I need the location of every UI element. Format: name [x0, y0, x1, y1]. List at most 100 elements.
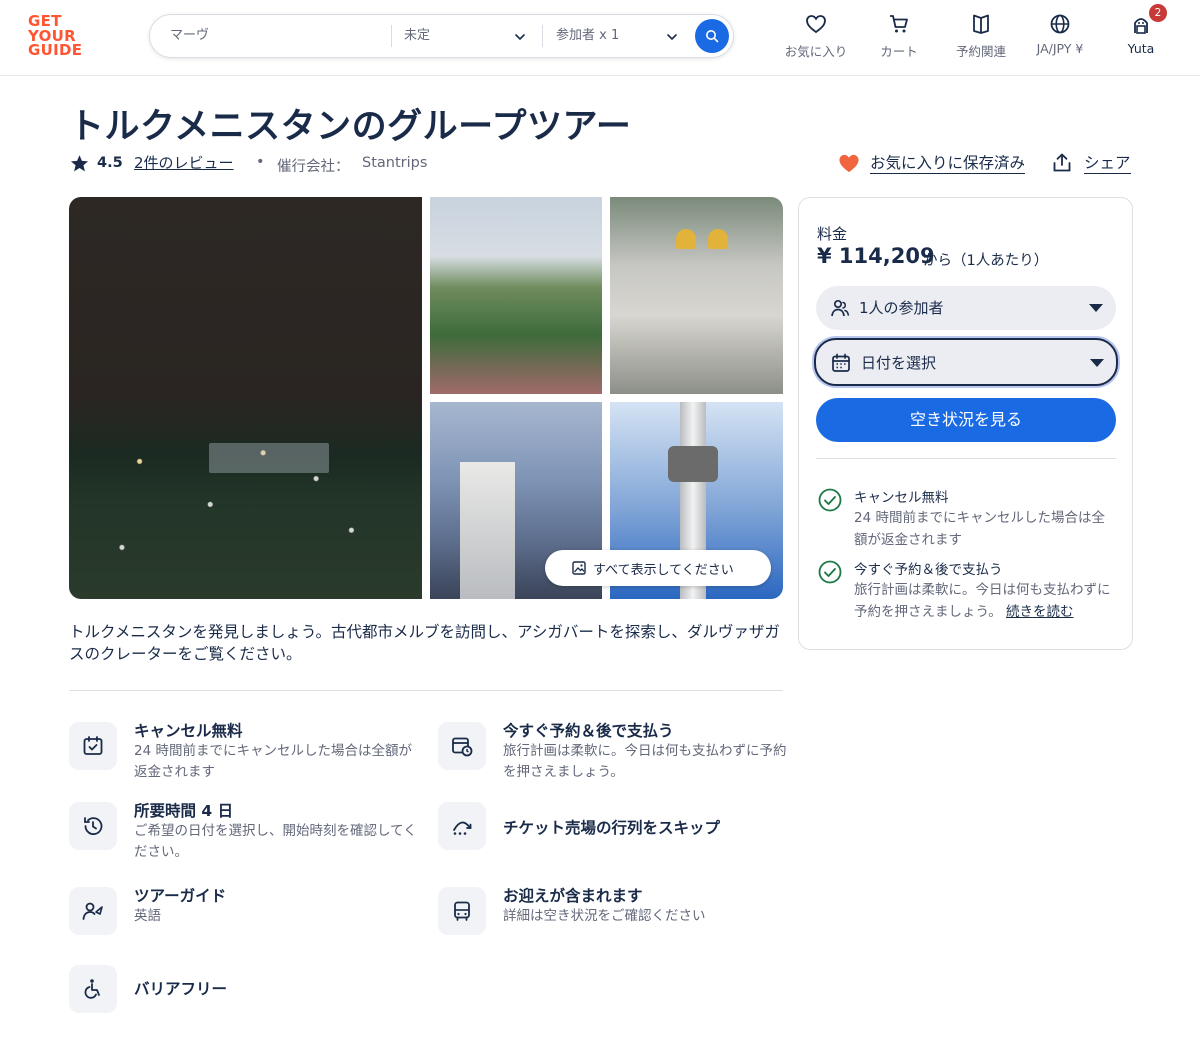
feature-title: キャンセル無料 — [134, 722, 243, 740]
feature-icon-box — [438, 802, 486, 850]
feature-icon-box — [69, 965, 117, 1013]
feature-pickup: お迎えが含まれます 詳細は空き状況をご確認ください — [438, 887, 778, 947]
dome-decoration — [676, 229, 696, 249]
feature-title: バリアフリー — [134, 980, 228, 998]
share-icon — [1053, 153, 1071, 172]
top-header: GET YOUR GUIDE マーヴ 未定 参加者 x 1 お気に入り カート … — [0, 0, 1200, 76]
tour-guide-icon — [82, 902, 103, 920]
nav-bookings-label: 予約関連 — [955, 44, 1006, 59]
chevron-down-icon — [667, 34, 677, 41]
feature-accessibility: バリアフリー — [69, 965, 409, 1025]
section-divider — [69, 690, 783, 691]
history-clock-icon — [84, 817, 103, 835]
feature-title: 所要時間 4 日 — [134, 802, 234, 820]
feature-icon-box — [69, 802, 117, 850]
notification-badge: 2 — [1149, 4, 1167, 22]
bus-icon — [454, 901, 470, 921]
price-label: 料金 — [817, 225, 848, 243]
feature-description: 英語 — [134, 908, 161, 924]
meta-separator: • — [256, 154, 265, 170]
price-per-person: から（1人あたり） — [923, 253, 1049, 269]
check-availability-button[interactable]: 空き状況を見る — [816, 398, 1116, 442]
bookmark-icon — [973, 14, 989, 34]
calendar-icon — [832, 353, 850, 372]
feature-description: ご希望の日付を選択し、開始時刻を確認してください。 — [134, 823, 417, 860]
tower-decoration — [460, 462, 515, 599]
feature-icon-box — [69, 887, 117, 935]
show-all-photos-label: すべて表示してください — [593, 563, 734, 578]
check-circle-icon — [818, 560, 842, 584]
card-divider — [816, 458, 1116, 459]
feature-description: 旅行計画は柔軟に。今日は何も支払わずに予約を押さえましょう。 — [503, 743, 787, 780]
feature-title: お迎えが含まれます — [503, 887, 643, 905]
provider-name[interactable]: Stantrips — [362, 155, 427, 171]
search-divider — [391, 25, 392, 47]
nav-cart[interactable]: カート — [868, 12, 930, 64]
rating-value: 4.5 — [97, 155, 123, 171]
nav-user-label: Yuta — [1127, 41, 1155, 56]
search-bar: マーヴ 未定 参加者 x 1 — [149, 14, 734, 58]
wheelchair-icon — [84, 979, 100, 999]
date-dropdown[interactable]: 日付を選択 — [814, 338, 1118, 386]
activity-description: トルクメニスタンを発見しましょう。古代都市メルブを訪問し、アシガバートを探索し、… — [69, 623, 780, 663]
nav-cart-label: カート — [880, 44, 918, 59]
feature-icon-box — [438, 887, 486, 935]
heart-icon — [806, 15, 826, 34]
caret-down-icon — [1089, 304, 1103, 312]
globe-icon — [1050, 14, 1070, 34]
feature-icon-box — [438, 722, 486, 770]
image-icon — [572, 561, 586, 575]
chevron-down-icon — [515, 34, 525, 41]
participants-dropdown[interactable]: 1人の参加者 — [816, 286, 1116, 330]
feature-description: 24 時間前までにキャンセルした場合は全額が返金されます — [134, 743, 412, 780]
calendar-check-icon — [83, 736, 103, 755]
gallery-photo-3[interactable] — [610, 197, 783, 394]
location-input[interactable]: マーヴ — [170, 15, 390, 57]
feature-description: 詳細は空き状況をご確認ください — [503, 908, 706, 924]
search-divider — [542, 25, 543, 47]
page-title: トルクメニスタンのグループツアー — [69, 107, 632, 147]
card-cancel-title: キャンセル無料 — [854, 490, 949, 506]
provider-label: 催行会社： — [277, 159, 350, 175]
reviews-link[interactable]: 2件のレビュー — [134, 152, 234, 173]
read-more-link[interactable]: 続きを読む — [1006, 604, 1074, 620]
feature-icon-box — [69, 722, 117, 770]
saved-favorite-label: お気に入りに保存済み — [870, 151, 1026, 174]
participants-value: 1人の参加者 — [859, 299, 944, 317]
feature-free-cancellation: キャンセル無料 24 時間前までにキャンセルした場合は全額が返金されます — [69, 722, 412, 782]
feature-tour-guide: ツアーガイド 英語 — [69, 887, 409, 947]
date-value: 日付を選択 — [861, 354, 937, 372]
search-icon — [706, 30, 719, 43]
building-decoration — [209, 443, 329, 473]
star-icon — [70, 155, 89, 172]
nav-locale[interactable]: JA/JPY ¥ — [1025, 12, 1095, 64]
gallery-photo-2[interactable] — [430, 197, 602, 394]
card-cancel-description: 24 時間前までにキャンセルした場合は全額が返金されます — [854, 510, 1105, 548]
gallery-photo-main[interactable] — [69, 197, 422, 599]
feature-title: チケット売場の行列をスキップ — [503, 819, 721, 837]
mast-ring-decoration — [668, 446, 718, 482]
caret-down-icon — [1090, 359, 1104, 367]
price-value: ¥ 114,209 — [817, 244, 935, 268]
show-all-photos-button[interactable]: すべて表示してください — [545, 550, 771, 586]
check-circle-icon — [818, 488, 842, 512]
card-pay-later-description: 旅行計画は柔軟に。今日は何も支払わずに予約を押さえましょう。 続きを読む — [854, 579, 1116, 623]
nav-favorites[interactable]: お気に入り — [779, 12, 853, 64]
search-button[interactable] — [695, 19, 729, 53]
nav-locale-label: JA/JPY ¥ — [1036, 41, 1084, 56]
share-label: シェア — [1084, 151, 1131, 174]
feature-pay-later: 今すぐ予約＆後で支払う 旅行計画は柔軟に。今日は何も支払わずに予約を押さえましょ… — [438, 722, 787, 782]
skip-line-icon — [453, 821, 472, 835]
logo[interactable]: GET YOUR GUIDE — [28, 14, 88, 60]
photo-gallery: すべて表示してください — [69, 197, 783, 599]
booking-card: 料金 ¥ 114,209 から（1人あたり） 1人の参加者 日付を選択 空き状況… — [798, 197, 1133, 650]
feature-title: ツアーガイド — [134, 887, 227, 905]
heart-filled-icon — [839, 154, 859, 173]
nav-bookings[interactable]: 予約関連 — [946, 12, 1016, 64]
participants-icon — [831, 299, 850, 317]
nav-favorites-label: お気に入り — [784, 44, 848, 59]
card-pay-later-title: 今すぐ予約＆後で支払う — [854, 562, 1003, 578]
dome-decoration — [708, 229, 728, 249]
feature-skip-line: チケット売場の行列をスキップ — [438, 802, 778, 862]
feature-title: 今すぐ予約＆後で支払う — [503, 722, 674, 740]
